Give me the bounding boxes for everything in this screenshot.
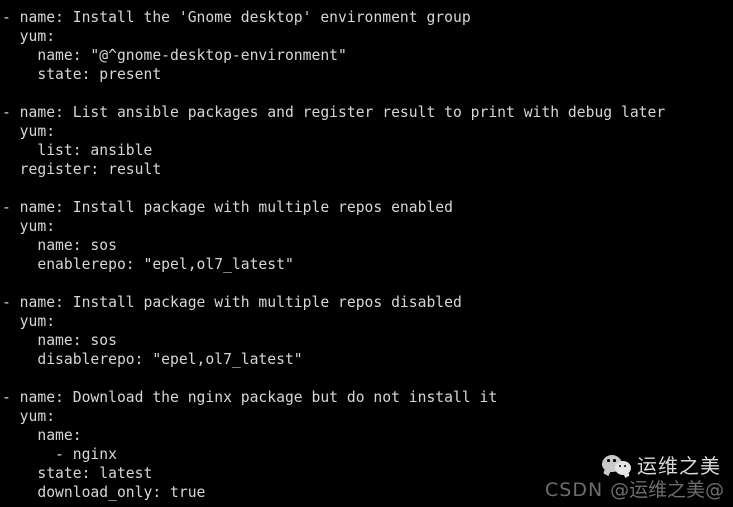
code-line: - name: Install package with multiple re… <box>2 294 462 311</box>
yaml-code-block: - name: Install the 'Gnome desktop' envi… <box>2 8 733 502</box>
code-line: register: result <box>2 161 162 178</box>
code-line: name: <box>2 427 82 444</box>
code-line: - nginx <box>2 446 117 463</box>
code-line: yum: <box>2 408 56 425</box>
code-line: - name: Install package with multiple re… <box>2 199 453 216</box>
code-line: - name: List ansible packages and regist… <box>2 104 666 121</box>
code-line: - name: Install the 'Gnome desktop' envi… <box>2 9 471 26</box>
code-line: disablerepo: "epel,ol7_latest" <box>2 351 303 368</box>
code-line: download_only: true <box>2 484 206 501</box>
code-line: yum: <box>2 28 56 45</box>
terminal-window: - name: Install the 'Gnome desktop' envi… <box>0 0 733 507</box>
code-line: - name: Download the nginx package but d… <box>2 389 498 406</box>
code-line: state: latest <box>2 465 153 482</box>
code-line: yum: <box>2 123 56 140</box>
code-line: list: ansible <box>2 142 153 159</box>
code-line: name: sos <box>2 237 117 254</box>
code-line: yum: <box>2 313 56 330</box>
code-line: enablerepo: "epel,ol7_latest" <box>2 256 294 273</box>
code-line: name: "@^gnome-desktop-environment" <box>2 47 347 64</box>
code-line: name: sos <box>2 332 117 349</box>
code-line: yum: <box>2 218 56 235</box>
code-line: state: present <box>2 66 162 83</box>
